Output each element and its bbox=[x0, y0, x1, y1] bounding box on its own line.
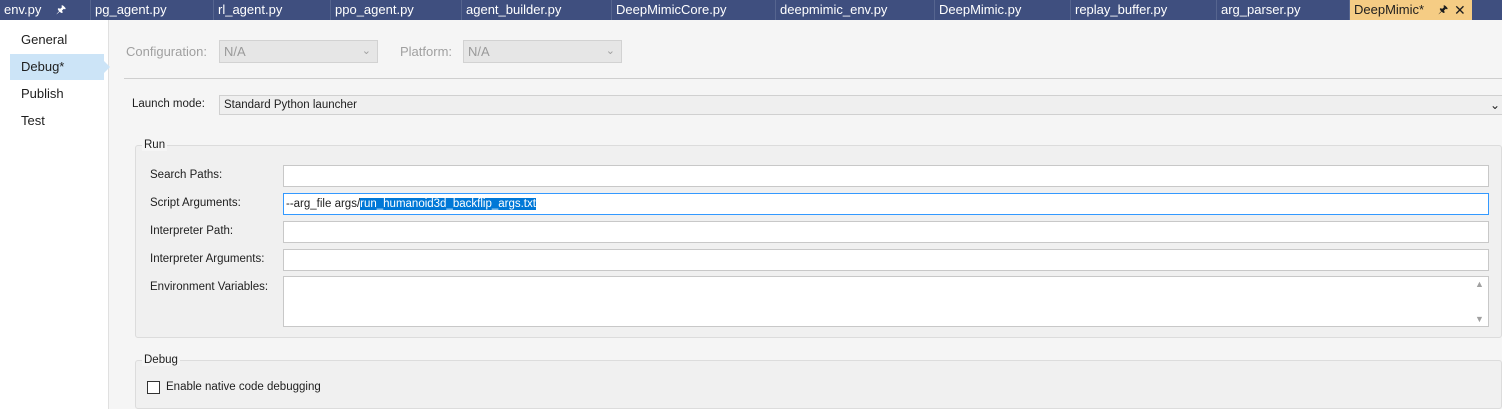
search-paths-input[interactable] bbox=[283, 165, 1489, 187]
tab-label: DeepMimic* bbox=[1354, 2, 1425, 17]
chevron-down-icon: ⌄ bbox=[1489, 98, 1500, 112]
platform-dropdown: N/A ⌄ bbox=[463, 40, 622, 63]
search-paths-label: Search Paths: bbox=[150, 169, 223, 181]
tab-ppo-agent[interactable]: ppo_agent.py bbox=[331, 0, 462, 20]
environment-variables-label: Environment Variables: bbox=[150, 281, 269, 293]
nav-item-label: Test bbox=[21, 113, 45, 128]
chevron-down-icon: ⌄ bbox=[605, 45, 615, 57]
debug-group-title: Debug bbox=[142, 354, 180, 366]
tab-label: pg_agent.py bbox=[95, 2, 167, 17]
interpreter-path-label: Interpreter Path: bbox=[150, 225, 234, 237]
nav-item-test[interactable]: Test bbox=[10, 108, 104, 134]
environment-variables-textarea[interactable]: ▲ ▼ bbox=[283, 276, 1489, 327]
tab-arg-parser[interactable]: arg_parser.py bbox=[1217, 0, 1350, 20]
close-icon[interactable]: ✕ bbox=[1454, 0, 1466, 20]
tab-deepmimic-py[interactable]: DeepMimic.py bbox=[935, 0, 1071, 20]
tab-label: replay_buffer.py bbox=[1075, 2, 1168, 17]
property-pages-nav: General Debug* Publish Test bbox=[0, 20, 110, 409]
tab-pg-agent[interactable]: pg_agent.py bbox=[91, 0, 214, 20]
pin-icon[interactable]: 🖈︎ bbox=[56, 0, 66, 20]
tab-env[interactable]: env.py 🖈︎ bbox=[0, 0, 91, 20]
configuration-value: N/A bbox=[224, 44, 246, 59]
nav-item-general[interactable]: General bbox=[10, 27, 104, 53]
nav-item-debug[interactable]: Debug* bbox=[10, 54, 110, 80]
native-debugging-label[interactable]: Enable native code debugging bbox=[166, 381, 321, 393]
selection-arrow bbox=[103, 60, 110, 74]
divider bbox=[124, 78, 1502, 79]
launch-mode-dropdown[interactable]: Standard Python launcher ⌄ bbox=[219, 95, 1502, 115]
platform-label: Platform: bbox=[400, 44, 453, 59]
interpreter-arguments-input[interactable] bbox=[283, 249, 1489, 271]
launch-mode-label: Launch mode: bbox=[132, 98, 205, 110]
script-arguments-text: --arg_file args/ bbox=[286, 198, 361, 210]
vertical-scrollbar[interactable]: ▲ ▼ bbox=[1472, 277, 1488, 326]
debug-group bbox=[135, 360, 1502, 409]
tab-label: DeepMimicCore.py bbox=[616, 2, 727, 17]
platform-value: N/A bbox=[468, 44, 490, 59]
tab-deepmimiccore[interactable]: DeepMimicCore.py bbox=[612, 0, 776, 20]
configuration-dropdown: N/A ⌄ bbox=[219, 40, 378, 63]
tab-strip-fill bbox=[1472, 0, 1502, 20]
tab-deepmimic-env[interactable]: deepmimic_env.py bbox=[776, 0, 935, 20]
tab-label: arg_parser.py bbox=[1221, 2, 1301, 17]
document-tab-strip: env.py 🖈︎ pg_agent.py rl_agent.py ppo_ag… bbox=[0, 0, 1502, 20]
chevron-down-icon: ⌄ bbox=[361, 45, 371, 57]
nav-item-label: General bbox=[21, 32, 68, 47]
interpreter-path-input[interactable] bbox=[283, 221, 1489, 243]
interpreter-arguments-label: Interpreter Arguments: bbox=[150, 253, 265, 265]
tab-label: rl_agent.py bbox=[218, 2, 283, 17]
run-group-title: Run bbox=[142, 139, 168, 151]
scroll-down-icon[interactable]: ▼ bbox=[1475, 314, 1484, 324]
tab-label: agent_builder.py bbox=[466, 2, 562, 17]
script-arguments-input[interactable]: --arg_file args/run_humanoid3d_backflip_… bbox=[283, 193, 1489, 215]
script-arguments-label: Script Arguments: bbox=[150, 197, 241, 209]
configuration-label: Configuration: bbox=[126, 44, 207, 59]
script-arguments-selected-text: run_humanoid3d_backflip_args.txt bbox=[360, 198, 536, 210]
scroll-up-icon[interactable]: ▲ bbox=[1475, 279, 1484, 289]
nav-item-publish[interactable]: Publish bbox=[10, 81, 104, 107]
tab-rl-agent[interactable]: rl_agent.py bbox=[214, 0, 331, 20]
tab-label: DeepMimic.py bbox=[939, 2, 1022, 17]
tab-deepmimic-properties[interactable]: DeepMimic* 🖈︎ ✕ bbox=[1350, 0, 1472, 20]
launch-mode-value: Standard Python launcher bbox=[224, 99, 357, 111]
tab-label: deepmimic_env.py bbox=[780, 2, 888, 17]
tab-label: env.py bbox=[4, 2, 42, 17]
tab-agent-builder[interactable]: agent_builder.py bbox=[462, 0, 612, 20]
nav-item-label: Publish bbox=[21, 86, 64, 101]
nav-item-label: Debug* bbox=[21, 59, 65, 74]
tab-label: ppo_agent.py bbox=[335, 2, 414, 17]
tab-replay-buffer[interactable]: replay_buffer.py bbox=[1071, 0, 1217, 20]
pin-icon[interactable]: 🖈︎ bbox=[1438, 0, 1448, 20]
native-debugging-checkbox[interactable] bbox=[147, 381, 160, 394]
